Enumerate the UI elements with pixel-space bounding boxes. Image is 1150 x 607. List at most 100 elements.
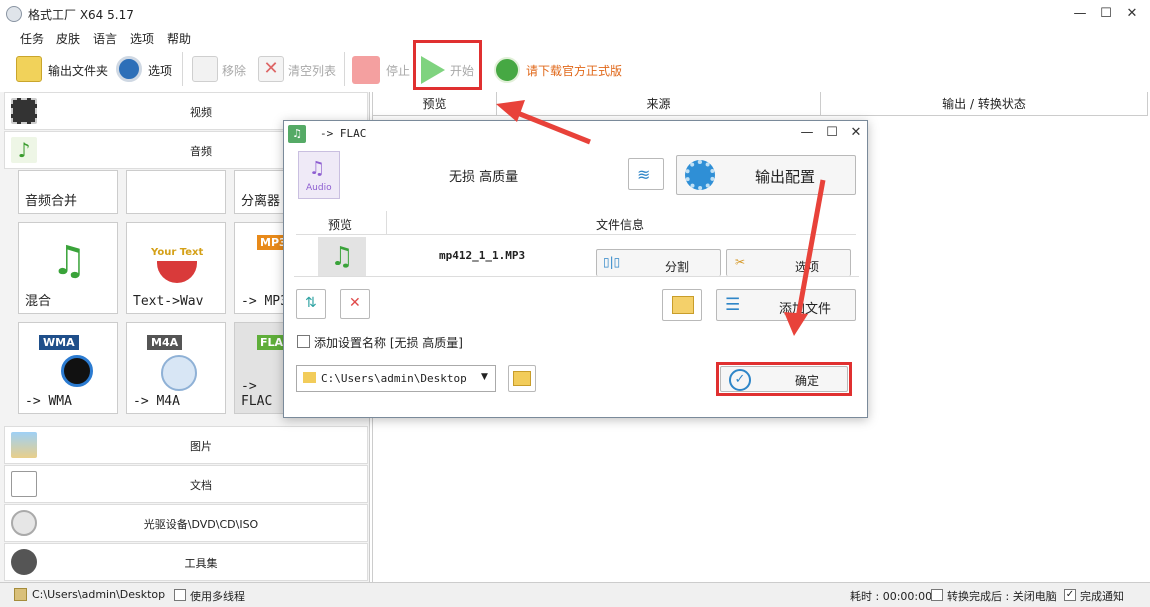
maximize-button[interactable]: ☐ xyxy=(1096,4,1116,24)
category-picture[interactable]: 图片 xyxy=(4,426,368,464)
gear-icon xyxy=(116,56,142,82)
presets-button[interactable]: ≋ xyxy=(628,158,664,190)
disc-icon xyxy=(61,355,93,387)
dialog-minimize-button[interactable]: — xyxy=(797,123,817,143)
menu-bar: 任务 皮肤 语言 选项 帮助 xyxy=(0,28,1150,46)
column-preview: 预览 xyxy=(328,218,353,232)
ok-label: 确定 xyxy=(795,374,820,388)
window-title: 格式工厂 X64 5.17 xyxy=(28,8,134,22)
shutdown-checkbox[interactable] xyxy=(931,589,943,601)
tile-audio-other[interactable] xyxy=(126,170,226,214)
tile-mix[interactable]: ♫ 混合 xyxy=(18,222,118,314)
split-icon: ▯|▯ xyxy=(603,255,621,269)
check-circle-icon: ✓ xyxy=(729,369,751,391)
column-divider xyxy=(386,211,387,235)
sort-icon: ⇅ xyxy=(305,295,317,311)
remove-label: 移除 xyxy=(222,64,247,78)
clear-list-label: 清空列表 xyxy=(288,64,337,78)
play-icon xyxy=(421,56,445,84)
tile-text-to-wav[interactable]: Your Text Text->Wav xyxy=(126,222,226,314)
tile-to-m4a[interactable]: M4A -> M4A xyxy=(126,322,226,414)
wma-badge: WMA xyxy=(39,335,79,350)
file-name: mp412_1_1.MP3 xyxy=(439,249,526,262)
category-video-label: 视频 xyxy=(190,106,212,119)
file-options-button[interactable]: ✂ 选项 xyxy=(726,249,851,276)
file-table-header: 预览 文件信息 xyxy=(296,211,856,235)
column-status[interactable]: 输出 / 转换状态 xyxy=(821,92,1148,116)
output-path-select[interactable]: C:\Users\admin\Desktop ▼ xyxy=(296,365,496,392)
column-source[interactable]: 来源 xyxy=(497,92,821,116)
tile-label: 分离器 xyxy=(241,194,281,209)
options-label: 选项 xyxy=(148,64,173,78)
scissors-icon: ✂ xyxy=(735,255,746,269)
remove-button[interactable]: 移除 xyxy=(190,54,250,84)
dialog-close-button[interactable]: ✕ xyxy=(846,123,866,143)
tile-label: Text->Wav xyxy=(133,294,204,309)
stop-label: 停止 xyxy=(386,64,411,78)
delete-icon: ✕ xyxy=(349,295,361,311)
options-button[interactable]: 选项 xyxy=(114,54,176,84)
status-path[interactable]: C:\Users\admin\Desktop xyxy=(32,588,165,601)
audio-file-icon: ♫ Audio xyxy=(298,151,340,199)
dialog-title: -> FLAC xyxy=(320,127,367,140)
title-bar: 格式工厂 X64 5.17 — ☐ ✕ xyxy=(0,0,1150,28)
multithread-label: 使用多线程 xyxy=(190,590,245,603)
sort-button[interactable]: ⇅ xyxy=(296,289,326,319)
download-link[interactable]: 请下载官方正式版 xyxy=(492,54,622,84)
output-folder-button[interactable]: 输出文件夹 xyxy=(14,54,110,84)
menu-language[interactable]: 语言 xyxy=(93,30,117,47)
add-file-button[interactable]: ☰ 添加文件 xyxy=(716,289,856,321)
layers-icon: ≋ xyxy=(637,165,651,184)
download-label: 请下载官方正式版 xyxy=(526,64,623,78)
folder-icon xyxy=(303,372,316,383)
delete-button[interactable]: ✕ xyxy=(340,289,370,319)
notify-checkbox[interactable]: ✓ xyxy=(1064,589,1076,601)
add-list-icon: ☰ xyxy=(725,295,741,315)
clear-list-button[interactable]: ✕ 清空列表 xyxy=(256,54,340,84)
category-tools[interactable]: 工具集 xyxy=(4,543,368,581)
category-picture-label: 图片 xyxy=(190,440,212,453)
category-rom-label: 光驱设备\DVD\CD\ISO xyxy=(143,518,259,531)
quality-label: 无损 高质量 xyxy=(449,170,519,185)
folder-icon xyxy=(14,588,27,601)
menu-options[interactable]: 选项 xyxy=(130,30,154,47)
browse-folder-button[interactable] xyxy=(508,365,536,392)
tile-label: -> WMA xyxy=(25,394,72,409)
output-config-button[interactable]: 输出配置 xyxy=(676,155,856,195)
add-setting-name-checkbox[interactable] xyxy=(297,335,310,348)
remove-icon xyxy=(192,56,218,82)
output-config-label: 输出配置 xyxy=(755,168,816,186)
category-document[interactable]: 文档 xyxy=(4,465,368,503)
output-path-value: C:\Users\admin\Desktop xyxy=(321,372,467,385)
add-file-label: 添加文件 xyxy=(779,302,832,317)
multithread-checkbox[interactable] xyxy=(174,589,186,601)
category-tools-label: 工具集 xyxy=(184,557,218,570)
menu-task[interactable]: 任务 xyxy=(20,30,44,47)
headphones-icon: ♫ xyxy=(288,125,306,143)
start-button[interactable]: 开始 xyxy=(416,54,478,84)
menu-help[interactable]: 帮助 xyxy=(167,30,191,47)
toolbar-divider xyxy=(344,52,345,86)
add-folder-button[interactable] xyxy=(662,289,702,321)
note-icon: ♫ xyxy=(309,158,326,179)
start-label: 开始 xyxy=(450,64,475,78)
menu-skin[interactable]: 皮肤 xyxy=(56,30,80,47)
close-button[interactable]: ✕ xyxy=(1122,4,1142,24)
column-preview[interactable]: 预览 xyxy=(373,92,497,116)
tile-audio-merge[interactable]: 音频合并 xyxy=(18,170,118,214)
category-rom[interactable]: 光驱设备\DVD\CD\ISO xyxy=(4,504,368,542)
category-document-label: 文档 xyxy=(190,479,212,492)
ok-button[interactable]: ✓ 确定 xyxy=(720,366,848,392)
tile-to-wma[interactable]: WMA -> WMA xyxy=(18,322,118,414)
notify-label: 完成通知 xyxy=(1080,590,1124,603)
split-button[interactable]: ▯|▯ 分割 xyxy=(596,249,721,276)
tile-label: -> MP3 xyxy=(241,294,288,309)
minimize-button[interactable]: — xyxy=(1070,4,1090,24)
mouth-icon xyxy=(157,261,197,283)
elapsed-time: 耗时 : 00:00:00 xyxy=(850,590,933,603)
output-folder-label: 输出文件夹 xyxy=(48,64,109,78)
folder-add-icon xyxy=(672,296,694,314)
stop-button[interactable]: 停止 xyxy=(350,54,410,84)
dialog-maximize-button[interactable]: ☐ xyxy=(822,123,842,143)
file-thumbnail: ♫ xyxy=(318,237,366,277)
